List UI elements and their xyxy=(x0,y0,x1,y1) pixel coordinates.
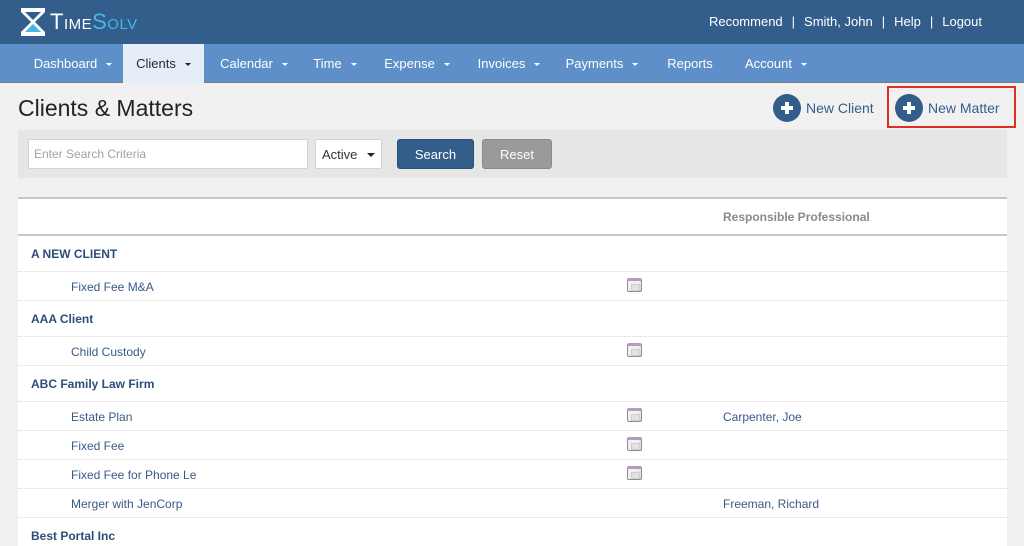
timesolv-logo[interactable]: TimeSolv xyxy=(20,7,138,37)
matter-name-link[interactable]: Child Custody xyxy=(71,345,146,359)
new-matter-highlight xyxy=(887,86,1016,128)
calendar-icon[interactable] xyxy=(627,408,642,422)
separator: | xyxy=(929,14,934,29)
dropdown-arrow-icon xyxy=(367,153,375,157)
search-panel: Active Search Reset xyxy=(18,130,1007,178)
caret-down-icon xyxy=(106,62,113,66)
user-links: Recommend | Smith, John | Help | Logout xyxy=(709,14,982,29)
plus-circle-icon xyxy=(773,94,801,122)
matter-row: Fixed Fee for Phone Le xyxy=(18,460,1007,489)
page-title: Clients & Matters xyxy=(18,95,194,121)
caret-down-icon xyxy=(184,62,191,66)
nav-label: Account xyxy=(745,56,792,71)
nav-expense[interactable]: Expense xyxy=(376,44,458,83)
separator: | xyxy=(791,14,796,29)
calendar-icon[interactable] xyxy=(627,278,642,292)
top-header: TimeSolv Recommend | Smith, John | Help … xyxy=(0,0,1024,44)
caret-down-icon xyxy=(534,62,541,66)
search-button[interactable]: Search xyxy=(397,139,474,169)
calendar-icon[interactable] xyxy=(627,343,642,357)
new-client-button[interactable]: New Client xyxy=(773,91,874,125)
client-row: ABC Family Law Firm xyxy=(18,366,1007,402)
matter-row: Estate Plan Carpenter, Joe xyxy=(18,402,1007,431)
client-row: A NEW CLIENT xyxy=(18,236,1007,272)
hourglass-logo-icon xyxy=(21,8,45,36)
caret-down-icon xyxy=(443,62,450,66)
matter-name-link[interactable]: Fixed Fee M&A xyxy=(71,280,154,294)
nav-calendar[interactable]: Calendar xyxy=(210,44,298,83)
separator: | xyxy=(881,14,886,29)
matter-name-link[interactable]: Fixed Fee for Phone Le xyxy=(71,468,196,482)
caret-down-icon xyxy=(800,62,807,66)
new-client-label: New Client xyxy=(806,100,874,116)
nav-time[interactable]: Time xyxy=(305,44,365,83)
client-name-link[interactable]: A NEW CLIENT xyxy=(31,247,117,261)
matter-name-link[interactable]: Merger with JenCorp xyxy=(71,497,182,511)
logo-solv-text: Solv xyxy=(92,9,138,34)
nav-label: Reports xyxy=(667,56,713,71)
nav-account[interactable]: Account xyxy=(737,44,815,83)
client-row: Best Portal Inc xyxy=(18,518,1007,546)
nav-reports[interactable]: Reports xyxy=(660,44,720,83)
responsible-professional: Carpenter, Joe xyxy=(723,410,802,424)
matter-row: Child Custody xyxy=(18,337,1007,366)
client-row: AAA Client xyxy=(18,301,1007,337)
main-nav: Dashboard Clients Calendar Time Expense … xyxy=(0,44,1024,83)
nav-label: Payments xyxy=(565,56,624,71)
client-name-link[interactable]: Best Portal Inc xyxy=(31,529,115,543)
recommend-link[interactable]: Recommend xyxy=(709,14,783,29)
matter-row: Fixed Fee xyxy=(18,431,1007,460)
client-name-link[interactable]: AAA Client xyxy=(31,312,93,326)
nav-payments[interactable]: Payments xyxy=(558,44,646,83)
nav-label: Dashboard xyxy=(33,56,98,71)
reset-button[interactable]: Reset xyxy=(482,139,552,169)
clients-matters-table: Responsible Professional A NEW CLIENT Fi… xyxy=(18,197,1007,546)
status-select[interactable]: Active xyxy=(315,139,382,169)
calendar-icon[interactable] xyxy=(627,466,642,480)
matter-row: Merger with JenCorp Freeman, Richard xyxy=(18,489,1007,518)
calendar-icon[interactable] xyxy=(627,437,642,451)
column-header-responsible-professional: Responsible Professional xyxy=(723,210,870,224)
nav-label: Clients xyxy=(136,56,176,71)
client-name-link[interactable]: ABC Family Law Firm xyxy=(31,377,154,391)
logout-link[interactable]: Logout xyxy=(942,14,982,29)
caret-down-icon xyxy=(281,62,288,66)
nav-invoices[interactable]: Invoices xyxy=(468,44,550,83)
nav-label: Time xyxy=(313,56,342,71)
user-name-link[interactable]: Smith, John xyxy=(804,14,873,29)
help-link[interactable]: Help xyxy=(894,14,921,29)
caret-down-icon xyxy=(632,62,639,66)
caret-down-icon xyxy=(350,62,357,66)
logo-time-text: Time xyxy=(50,9,93,34)
status-selected-value: Active xyxy=(322,146,358,162)
search-input[interactable] xyxy=(28,139,308,169)
logo-text: TimeSolv xyxy=(50,11,138,33)
matter-name-link[interactable]: Estate Plan xyxy=(71,410,132,424)
nav-label: Invoices xyxy=(477,56,526,71)
nav-label: Calendar xyxy=(220,56,273,71)
nav-dashboard[interactable]: Dashboard xyxy=(22,44,124,83)
nav-clients[interactable]: Clients xyxy=(123,44,204,83)
matter-name-link[interactable]: Fixed Fee xyxy=(71,439,124,453)
responsible-professional: Freeman, Richard xyxy=(723,497,820,511)
nav-label: Expense xyxy=(384,56,435,71)
matter-row: Fixed Fee M&A xyxy=(18,272,1007,301)
table-header: Responsible Professional xyxy=(18,199,1007,236)
